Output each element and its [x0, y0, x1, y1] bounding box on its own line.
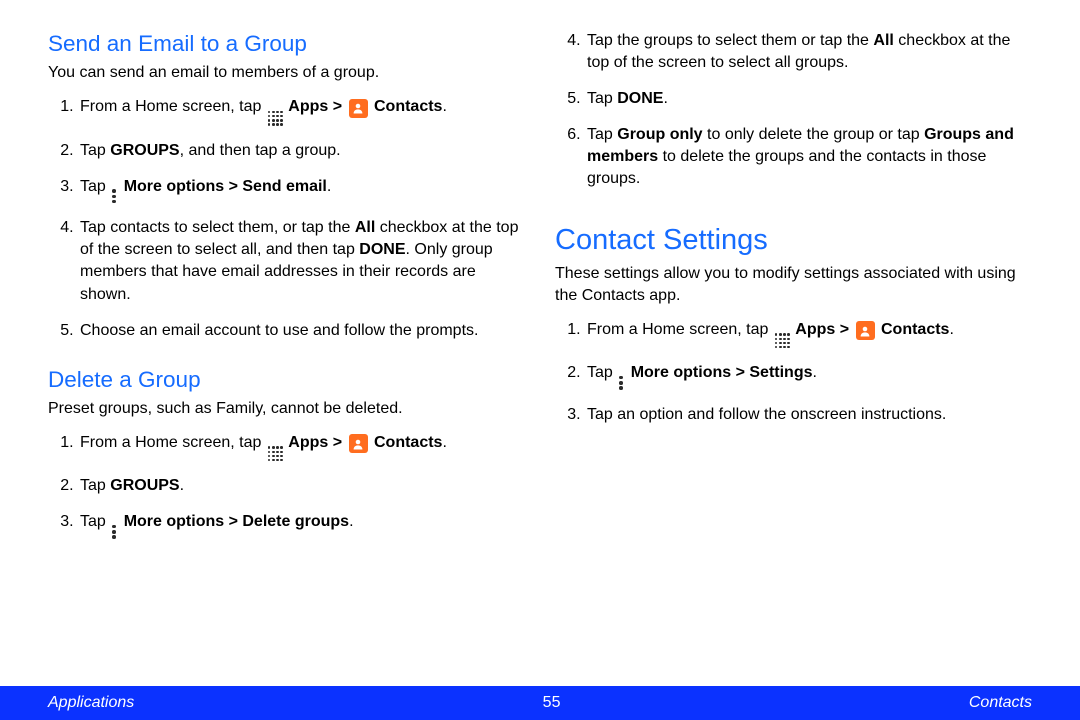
text: . [327, 178, 331, 195]
text: . [349, 513, 353, 530]
bold: DONE [617, 90, 663, 107]
apps-grid-icon [268, 111, 283, 126]
heading-contact-settings: Contact Settings [555, 222, 1032, 258]
text: . [663, 90, 667, 107]
contacts-person-icon [856, 321, 875, 340]
steps-delete-group-cont: Tap the groups to select them or tap the… [555, 30, 1032, 190]
steps-send-email: From a Home screen, tap Apps > Contacts.… [48, 96, 525, 341]
list-item: From a Home screen, tap Apps > Contacts. [585, 319, 1032, 349]
list-item: Tap GROUPS. [78, 475, 525, 497]
more-options-icon [619, 376, 623, 390]
footer-page-number: 55 [543, 694, 561, 712]
text: Tap [80, 178, 110, 195]
list-item: Tap Group only to only delete the group … [585, 124, 1032, 190]
bold: More options > Send email [124, 178, 327, 195]
footer: Applications 55 Contacts [0, 686, 1080, 720]
text: Tap [587, 126, 617, 143]
bold: DONE [359, 241, 405, 258]
bold-apps: Apps > [288, 434, 346, 451]
columns: Send an Email to a Group You can send an… [0, 0, 1080, 685]
list-item: Tap More options > Settings. [585, 362, 1032, 390]
bold: More options > Settings [631, 364, 813, 381]
steps-contact-settings: From a Home screen, tap Apps > Contacts.… [555, 319, 1032, 426]
footer-right: Contacts [969, 694, 1032, 712]
text: Tap [80, 142, 110, 159]
page: Send an Email to a Group You can send an… [0, 0, 1080, 720]
bold-contacts: Contacts [881, 321, 949, 338]
apps-grid-icon [775, 333, 790, 348]
text: Tap contacts to select them, or tap the [80, 219, 355, 236]
bold: All [873, 32, 893, 49]
list-item: Tap an option and follow the onscreen in… [585, 404, 1032, 426]
text: Tap the groups to select them or tap the [587, 32, 873, 49]
bold: GROUPS [110, 477, 179, 494]
list-item: Tap the groups to select them or tap the… [585, 30, 1032, 74]
text: Tap [587, 90, 617, 107]
bold: All [355, 219, 375, 236]
more-options-icon [112, 189, 116, 203]
right-column: Tap the groups to select them or tap the… [555, 30, 1032, 685]
bold: Group only [617, 126, 702, 143]
list-item: Choose an email account to use and follo… [78, 320, 525, 342]
bold: More options > Delete groups [124, 513, 349, 530]
text: Tap [587, 364, 617, 381]
text: From a Home screen, tap [587, 321, 773, 338]
heading-send-email: Send an Email to a Group [48, 30, 525, 58]
intro-delete-group: Preset groups, such as Family, cannot be… [48, 398, 525, 420]
bold-apps: Apps > [795, 321, 853, 338]
text: Tap [80, 513, 110, 530]
list-item: From a Home screen, tap Apps > Contacts. [78, 96, 525, 126]
bold-apps: Apps > [288, 98, 346, 115]
bold: GROUPS [110, 142, 179, 159]
intro-contact-settings: These settings allow you to modify setti… [555, 263, 1032, 307]
text: From a Home screen, tap [80, 434, 266, 451]
text: . [442, 434, 446, 451]
text: , and then tap a group. [180, 142, 341, 159]
text: to only delete the group or tap [703, 126, 924, 143]
text: Tap [80, 477, 110, 494]
list-item: From a Home screen, tap Apps > Contacts. [78, 432, 525, 462]
more-options-icon [112, 525, 116, 539]
steps-delete-group: From a Home screen, tap Apps > Contacts.… [48, 432, 525, 539]
contacts-person-icon [349, 434, 368, 453]
text: Tap an option and follow the onscreen in… [587, 406, 946, 423]
contacts-person-icon [349, 99, 368, 118]
list-item: Tap DONE. [585, 88, 1032, 110]
intro-send-email: You can send an email to members of a gr… [48, 62, 525, 84]
apps-grid-icon [268, 446, 283, 461]
list-item: Tap More options > Send email. [78, 176, 525, 204]
left-column: Send an Email to a Group You can send an… [48, 30, 525, 685]
list-item: Tap GROUPS, and then tap a group. [78, 140, 525, 162]
text: From a Home screen, tap [80, 98, 266, 115]
list-item: Tap More options > Delete groups. [78, 511, 525, 539]
text: . [813, 364, 817, 381]
text: . [180, 477, 184, 494]
text: Choose an email account to use and follo… [80, 322, 478, 339]
text: . [442, 98, 446, 115]
list-item: Tap contacts to select them, or tap the … [78, 217, 525, 305]
text: . [949, 321, 953, 338]
heading-delete-group: Delete a Group [48, 366, 525, 394]
bold-contacts: Contacts [374, 434, 442, 451]
footer-left: Applications [48, 694, 134, 712]
bold-contacts: Contacts [374, 98, 442, 115]
